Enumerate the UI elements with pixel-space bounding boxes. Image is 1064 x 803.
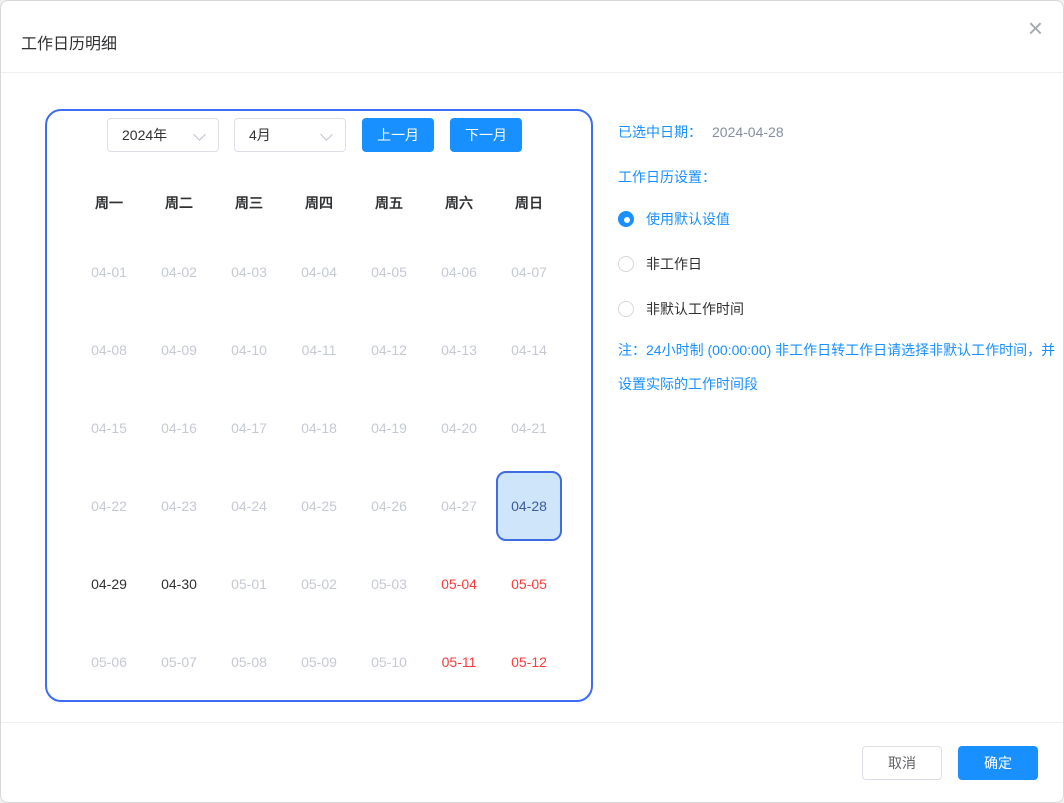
weekday-label: 周四 (286, 195, 352, 211)
date-cell-04-04[interactable]: 04-04 (286, 237, 352, 307)
radio-option-unchecked[interactable]: 非默认工作时间 (618, 294, 744, 324)
date-cell-04-24[interactable]: 04-24 (216, 471, 282, 541)
date-cell-04-21[interactable]: 04-21 (496, 393, 562, 463)
date-cell-04-27[interactable]: 04-27 (426, 471, 492, 541)
date-cell-05-10[interactable]: 05-10 (356, 627, 422, 697)
year-select-value: 2024年 (122, 125, 167, 145)
selected-date-value: 2024-04-28 (712, 124, 784, 140)
work-calendar-dialog: 工作日历明细 × 2024年 4月 上一月 下一月 周一周二周三周四周五周六周日… (0, 0, 1064, 803)
date-cell-04-02[interactable]: 04-02 (146, 237, 212, 307)
date-cell-05-02[interactable]: 05-02 (286, 549, 352, 619)
date-cell-04-28[interactable]: 04-28 (496, 471, 562, 541)
date-cell-04-01[interactable]: 04-01 (76, 237, 142, 307)
date-cell-05-05[interactable]: 05-05 (496, 549, 562, 619)
date-cell-04-15[interactable]: 04-15 (76, 393, 142, 463)
date-cell-05-04[interactable]: 05-04 (426, 549, 492, 619)
date-cell-04-18[interactable]: 04-18 (286, 393, 352, 463)
weekday-label: 周六 (426, 195, 492, 211)
date-cell-04-13[interactable]: 04-13 (426, 315, 492, 385)
date-cell-04-22[interactable]: 04-22 (76, 471, 142, 541)
date-cell-04-29[interactable]: 04-29 (76, 549, 142, 619)
date-cell-04-08[interactable]: 04-08 (76, 315, 142, 385)
date-cell-04-30[interactable]: 04-30 (146, 549, 212, 619)
radio-option-unchecked[interactable]: 非工作日 (618, 249, 744, 279)
radio-icon[interactable] (618, 256, 634, 272)
dialog-footer: 取消 确定 (1, 722, 1063, 802)
weekday-label: 周五 (356, 195, 422, 211)
radio-icon[interactable] (618, 211, 634, 227)
radio-option-checked[interactable]: 使用默认设值 (618, 204, 744, 234)
calendar-settings-label: 工作日历设置： (618, 167, 716, 187)
date-cell-04-14[interactable]: 04-14 (496, 315, 562, 385)
date-cell-05-11[interactable]: 05-11 (426, 627, 492, 697)
date-cell-04-16[interactable]: 04-16 (146, 393, 212, 463)
chevron-down-icon (193, 128, 206, 141)
radio-icon[interactable] (618, 301, 634, 317)
selected-date-row: 已选中日期： 2024-04-28 (618, 122, 784, 142)
date-grid: 04-0104-0204-0304-0404-0504-0604-07 04-08… (76, 237, 562, 697)
date-cell-04-09[interactable]: 04-09 (146, 315, 212, 385)
date-cell-05-03[interactable]: 05-03 (356, 549, 422, 619)
prev-month-button[interactable]: 上一月 (362, 118, 434, 152)
date-cell-04-12[interactable]: 04-12 (356, 315, 422, 385)
date-cell-04-05[interactable]: 04-05 (356, 237, 422, 307)
weekday-label: 周日 (496, 195, 562, 211)
month-select[interactable]: 4月 (234, 118, 346, 152)
date-cell-05-07[interactable]: 05-07 (146, 627, 212, 697)
radio-label: 使用默认设值 (646, 209, 730, 229)
weekday-label: 周一 (76, 195, 142, 211)
note-text: 注：24小时制 (00:00:00) 非工作日转工作日请选择非默认工作时间，并设… (618, 333, 1064, 401)
confirm-button[interactable]: 确定 (958, 746, 1038, 780)
dialog-header: 工作日历明细 × (1, 1, 1063, 73)
date-cell-04-19[interactable]: 04-19 (356, 393, 422, 463)
calendar-panel: 2024年 4月 上一月 下一月 周一周二周三周四周五周六周日 04-0104-… (45, 109, 593, 702)
weekday-label: 周二 (146, 195, 212, 211)
dialog-title: 工作日历明细 (21, 30, 117, 54)
date-cell-04-25[interactable]: 04-25 (286, 471, 352, 541)
date-cell-05-08[interactable]: 05-08 (216, 627, 282, 697)
weekday-header-row: 周一周二周三周四周五周六周日 (76, 195, 562, 211)
next-month-button[interactable]: 下一月 (450, 118, 522, 152)
date-cell-04-17[interactable]: 04-17 (216, 393, 282, 463)
date-cell-04-06[interactable]: 04-06 (426, 237, 492, 307)
date-cell-05-09[interactable]: 05-09 (286, 627, 352, 697)
close-icon[interactable]: × (1028, 15, 1043, 41)
date-cell-04-26[interactable]: 04-26 (356, 471, 422, 541)
date-cell-05-12[interactable]: 05-12 (496, 627, 562, 697)
radio-label: 非工作日 (646, 254, 702, 274)
date-cell-04-03[interactable]: 04-03 (216, 237, 282, 307)
year-select[interactable]: 2024年 (107, 118, 219, 152)
radio-label: 非默认工作时间 (646, 299, 744, 319)
cancel-button[interactable]: 取消 (862, 746, 942, 780)
date-cell-05-01[interactable]: 05-01 (216, 549, 282, 619)
date-cell-04-20[interactable]: 04-20 (426, 393, 492, 463)
date-cell-04-07[interactable]: 04-07 (496, 237, 562, 307)
month-select-value: 4月 (249, 125, 271, 145)
date-cell-04-10[interactable]: 04-10 (216, 315, 282, 385)
selected-date-label: 已选中日期： (618, 124, 702, 140)
chevron-down-icon (320, 128, 333, 141)
date-cell-04-11[interactable]: 04-11 (286, 315, 352, 385)
date-cell-05-06[interactable]: 05-06 (76, 627, 142, 697)
radio-group: 使用默认设值非工作日非默认工作时间 (618, 204, 744, 339)
date-cell-04-23[interactable]: 04-23 (146, 471, 212, 541)
weekday-label: 周三 (216, 195, 282, 211)
